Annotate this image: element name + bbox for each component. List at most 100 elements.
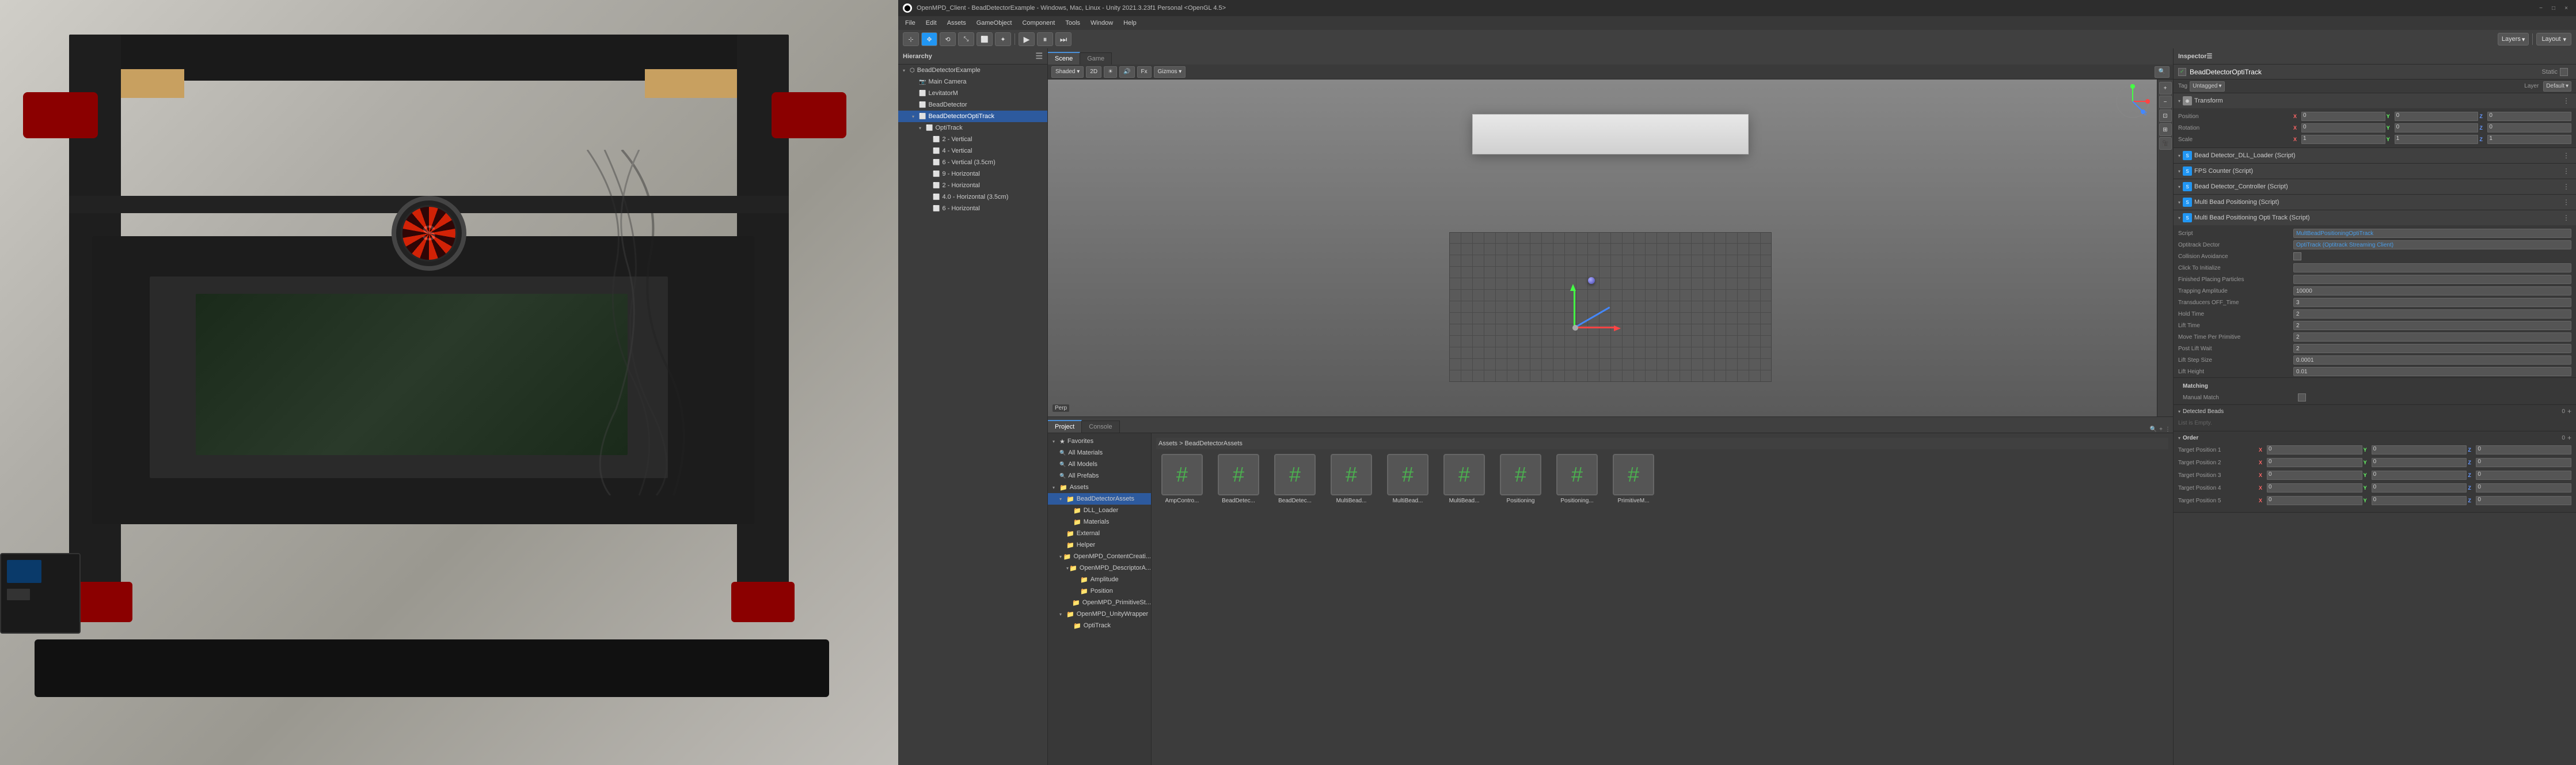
maximize-button[interactable]: □ — [2548, 3, 2559, 13]
optitrack-dector-value[interactable]: OptiTrack (Optitrack Streaming Client) — [2293, 240, 2571, 249]
multi-bead-optitrack-header[interactable]: ▾ S Multi Bead Positioning Opti Track (S… — [2174, 210, 2576, 225]
asset-item-multibead2[interactable]: # MultiBead... — [1382, 454, 1434, 504]
play-button[interactable]: ▶ — [1019, 32, 1035, 46]
minimize-button[interactable]: − — [2536, 3, 2546, 13]
target-1-x[interactable]: 0 — [2267, 445, 2362, 455]
hierarchy-item-beaddetector-example[interactable]: ▾ ⬡ BeadDetectorExample — [898, 65, 1047, 76]
project-dll-loader[interactable]: 📁 DLL_Loader — [1048, 505, 1151, 516]
collision-avoidance-checkbox[interactable] — [2293, 252, 2301, 260]
asset-item-primitivem[interactable]: # PrimitiveM... — [1608, 454, 1659, 504]
inspector-menu-button[interactable]: ☰ — [2207, 52, 2213, 60]
hierarchy-item-2-vertical[interactable]: ⬜ 2 - Vertical — [898, 134, 1047, 145]
target-2-y[interactable]: 0 — [2372, 458, 2467, 467]
grid-button[interactable]: ⊞ — [2159, 123, 2172, 136]
target-4-y[interactable]: 0 — [2372, 483, 2467, 493]
target-5-y[interactable]: 0 — [2372, 496, 2467, 505]
project-beaddetector-assets[interactable]: ▾ 📁 BeadDetectorAssets — [1048, 493, 1151, 505]
hierarchy-item-6-horizontal[interactable]: ⬜ 6 - Horizontal — [898, 203, 1047, 214]
position-z-input[interactable]: 0 — [2487, 112, 2571, 121]
lift-step-size-value[interactable]: 0.0001 — [2293, 355, 2571, 365]
fps-counter-header[interactable]: ▾ S FPS Counter (Script) ⋮ — [2174, 164, 2576, 179]
tab-project[interactable]: Project — [1048, 420, 1082, 433]
layers-dropdown[interactable]: Layers ▾ — [2498, 33, 2529, 46]
target-2-z[interactable]: 0 — [2476, 458, 2571, 467]
project-position[interactable]: 📁 Position — [1048, 585, 1151, 597]
scale-x-input[interactable]: 1 — [2301, 135, 2385, 144]
scale-z-input[interactable]: 1 — [2487, 135, 2571, 144]
target-3-y[interactable]: 0 — [2372, 471, 2467, 480]
zoom-out-button[interactable]: − — [2159, 96, 2172, 108]
multi-bead-settings-button[interactable]: ⋮ — [2561, 197, 2571, 207]
tag-dropdown[interactable]: Untagged ▾ — [2190, 81, 2224, 92]
project-all-materials[interactable]: 🔍 All Materials — [1048, 447, 1151, 459]
asset-item-multibead3[interactable]: # MultiBead... — [1438, 454, 1490, 504]
bead-detector-controller-header[interactable]: ▾ S Bead Detector_Controller (Script) ⋮ — [2174, 179, 2576, 194]
rotate-tool-button[interactable]: ⟲ — [940, 32, 956, 46]
hierarchy-item-main-camera[interactable]: 📷 Main Camera — [898, 76, 1047, 88]
static-checkbox[interactable] — [2560, 68, 2568, 76]
trapping-amplitude-value[interactable]: 10000 — [2293, 286, 2571, 296]
rotation-x-input[interactable]: 0 — [2301, 123, 2385, 132]
lift-time-value[interactable]: 2 — [2293, 321, 2571, 330]
hierarchy-item-4-horizontal[interactable]: ⬜ 4.0 - Horizontal (3.5cm) — [898, 191, 1047, 203]
hierarchy-menu-button[interactable]: ☰ — [1035, 51, 1043, 61]
move-time-value[interactable]: 2 — [2293, 332, 2571, 342]
rect-tool-button[interactable]: ⬜ — [977, 32, 993, 46]
project-descriptor[interactable]: ▾ 📁 OpenMPD_DescriptorA... — [1048, 562, 1151, 574]
finished-placing-value[interactable] — [2293, 275, 2571, 284]
position-x-input[interactable]: 0 — [2301, 112, 2385, 121]
asset-item-beaddetec2[interactable]: # BeadDetec... — [1269, 454, 1321, 504]
menu-help[interactable]: Help — [1119, 18, 1141, 28]
asset-item-multibead1[interactable]: # MultiBead... — [1325, 454, 1377, 504]
bead-detector-dll-header[interactable]: ▾ S Bead Detector_DLL_Loader (Script) ⋮ — [2174, 148, 2576, 163]
project-optitrack[interactable]: 📁 OptiTrack — [1048, 620, 1151, 631]
project-favorites-header[interactable]: ▾ ★ Favorites — [1048, 435, 1151, 447]
scale-y-input[interactable]: 1 — [2395, 135, 2479, 144]
post-lift-wait-value[interactable]: 2 — [2293, 344, 2571, 353]
position-y-input[interactable]: 0 — [2395, 112, 2479, 121]
target-1-z[interactable]: 0 — [2476, 445, 2571, 455]
project-all-prefabs[interactable]: 🔍 All Prefabs — [1048, 470, 1151, 482]
fit-button[interactable]: ⊡ — [2159, 109, 2172, 122]
project-menu-icon[interactable]: ⋮ — [2165, 426, 2171, 433]
transform-tool-button[interactable]: ✦ — [995, 32, 1011, 46]
project-external[interactable]: 📁 External — [1048, 528, 1151, 539]
pause-button[interactable]: ⏸ — [1037, 32, 1053, 46]
shading-mode-button[interactable]: Shaded ▾ — [1051, 66, 1084, 78]
hierarchy-item-6-vertical[interactable]: ⬜ 6 - Vertical (3.5cm) — [898, 157, 1047, 168]
bead-ctrl-settings-button[interactable]: ⋮ — [2561, 181, 2571, 192]
manual-match-checkbox[interactable] — [2298, 393, 2306, 402]
hold-time-value[interactable]: 2 — [2293, 309, 2571, 319]
asset-item-ampcontro[interactable]: # AmpContro... — [1156, 454, 1208, 504]
search-scene-input[interactable]: 🔍 — [2155, 66, 2170, 78]
layout-button[interactable]: Layout ▾ — [2536, 33, 2571, 46]
project-amplitude[interactable]: 📁 Amplitude — [1048, 574, 1151, 585]
target-3-z[interactable]: 0 — [2476, 471, 2571, 480]
target-1-y[interactable]: 0 — [2372, 445, 2467, 455]
menu-edit[interactable]: Edit — [921, 18, 941, 28]
asset-item-positioning1[interactable]: # Positioning — [1495, 454, 1547, 504]
click-initialize-value[interactable] — [2293, 263, 2571, 272]
tab-scene[interactable]: Scene — [1048, 52, 1080, 65]
step-button[interactable]: ⏭ — [1055, 32, 1072, 46]
project-openmpd-content[interactable]: ▾ 📁 OpenMPD_ContentCreati... — [1048, 551, 1151, 562]
order-plus-icon[interactable]: + — [2567, 434, 2571, 442]
lighting-toggle-button[interactable]: ☀ — [1104, 66, 1117, 78]
scale-tool-button[interactable]: ⤡ — [958, 32, 974, 46]
asset-item-positioning2[interactable]: # Positioning... — [1551, 454, 1603, 504]
target-4-x[interactable]: 0 — [2267, 483, 2362, 493]
transform-settings-button[interactable]: ⋮ — [2561, 96, 2571, 106]
tab-console[interactable]: Console — [1082, 421, 1119, 433]
project-unity-wrapper[interactable]: ▾ 📁 OpenMPD_UnityWrapper — [1048, 608, 1151, 620]
project-primitive-st[interactable]: 📁 OpenMPD_PrimitiveSt... — [1048, 597, 1151, 608]
menu-component[interactable]: Component — [1017, 18, 1059, 28]
project-assets-header[interactable]: ▾ 📁 Assets — [1048, 482, 1151, 493]
camera-button[interactable]: 🎥 — [2159, 137, 2172, 150]
bead-dll-settings-button[interactable]: ⋮ — [2561, 150, 2571, 161]
object-enabled-checkbox[interactable]: ✓ — [2178, 68, 2186, 76]
target-5-x[interactable]: 0 — [2267, 496, 2362, 505]
asset-item-beaddetec1[interactable]: # BeadDetec... — [1213, 454, 1264, 504]
project-plus-icon[interactable]: + — [2159, 426, 2163, 433]
target-5-z[interactable]: 0 — [2476, 496, 2571, 505]
project-all-models[interactable]: 🔍 All Models — [1048, 459, 1151, 470]
